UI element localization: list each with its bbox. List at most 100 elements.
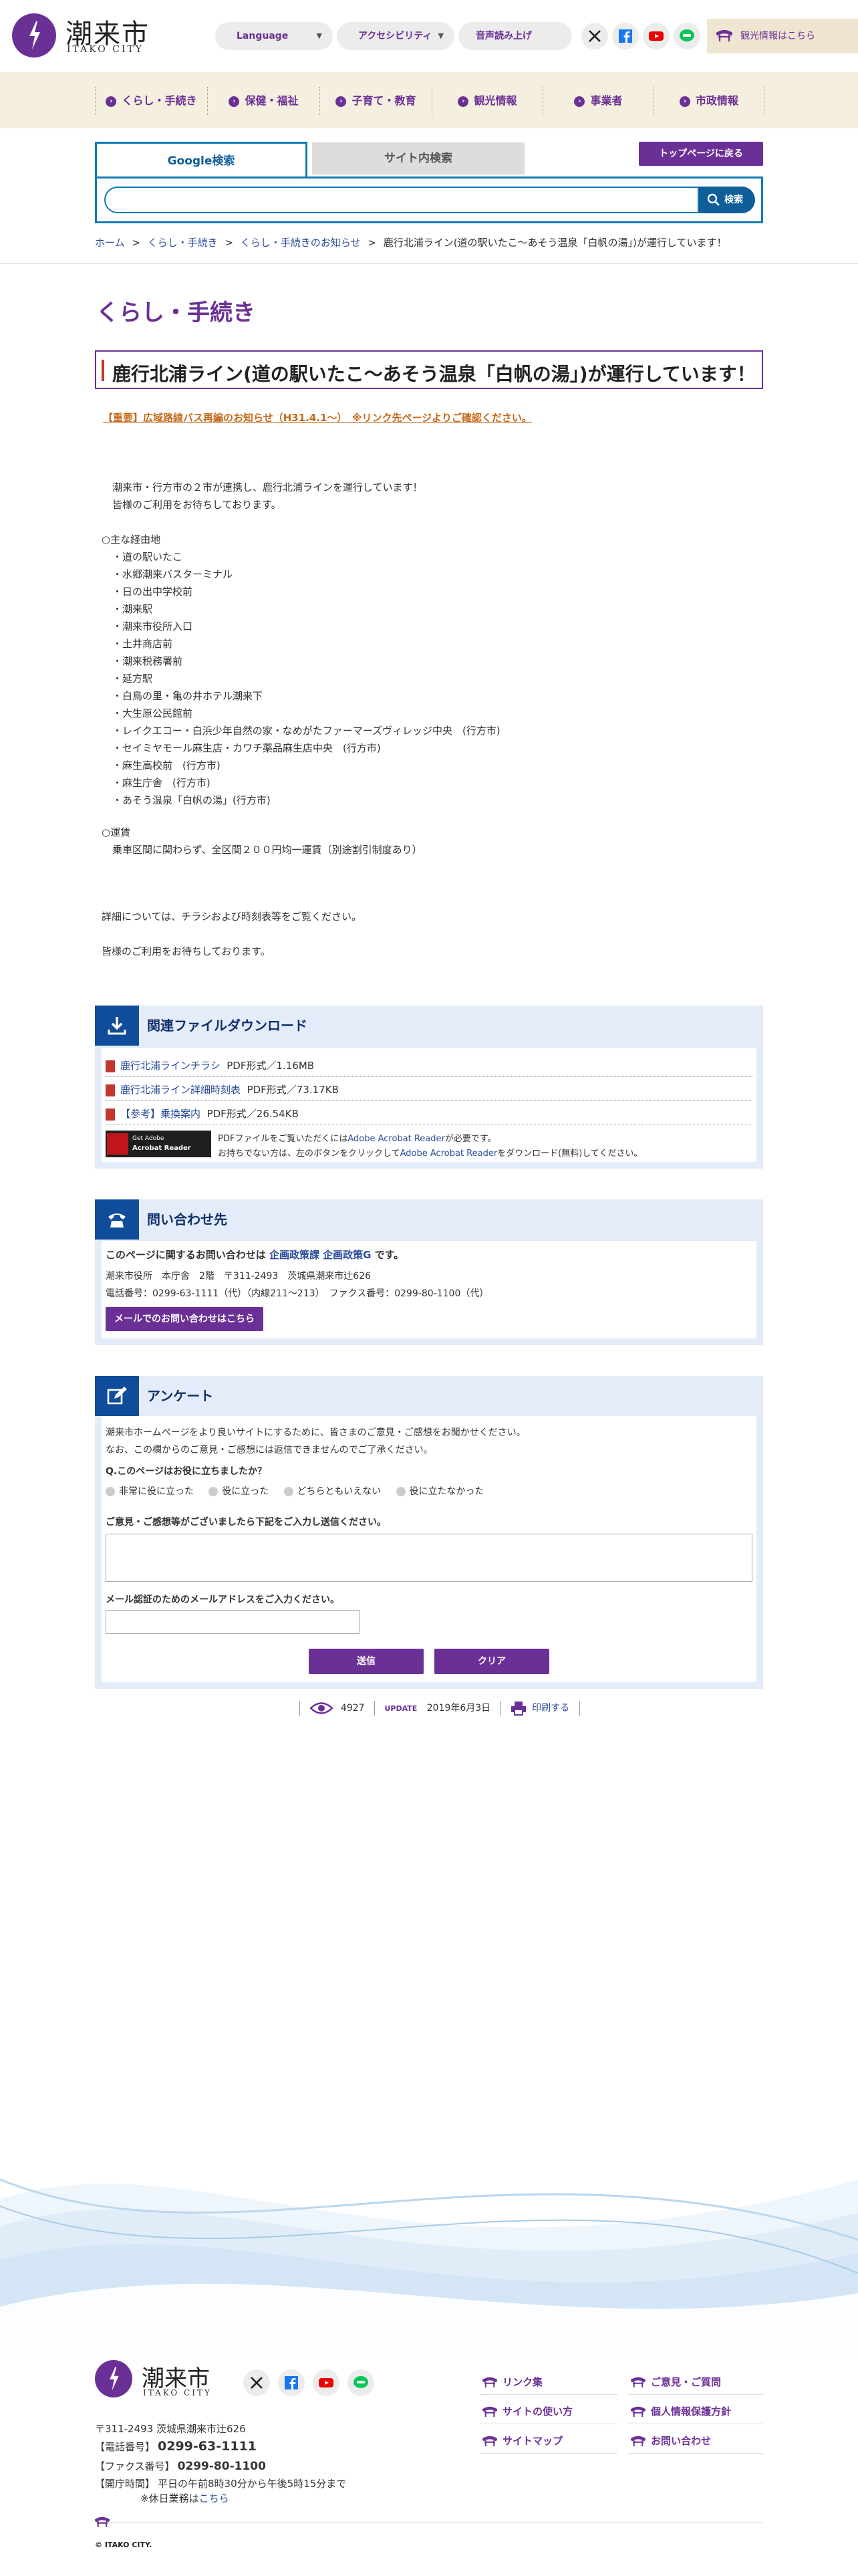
- facebook-icon[interactable]: [278, 2369, 305, 2396]
- nav-item-kurashi[interactable]: › くらし・手続き: [95, 87, 207, 115]
- file-info: PDF形式／73.17KB: [247, 1084, 339, 1096]
- fax-label: 【ファクス番号】: [95, 2460, 175, 2472]
- divider: [95, 2522, 763, 2523]
- file-link[interactable]: 鹿行北浦ラインチラシ: [120, 1060, 221, 1072]
- acrobat-badge-line2: Acrobat Reader: [132, 1145, 191, 1152]
- nav-item-hoken[interactable]: › 保健・福祉: [207, 87, 319, 115]
- footer-link-sitemap[interactable]: サイトマップ: [480, 2428, 617, 2454]
- line-icon[interactable]: [347, 2369, 374, 2396]
- nav-label: 市政情報: [695, 94, 738, 107]
- nav-item-kosodate[interactable]: › 子育て・教育: [319, 87, 432, 115]
- shrine-icon: [482, 2406, 497, 2417]
- holiday-link[interactable]: こちら: [199, 2492, 229, 2504]
- mail-contact-button[interactable]: メールでのお問い合わせはこちら: [106, 1307, 263, 1331]
- clear-button[interactable]: クリア: [434, 1649, 549, 1674]
- footer-link-label: 個人情報保護方針: [651, 2406, 732, 2418]
- hours-label: 【開庁時間】: [95, 2478, 156, 2490]
- shrine-icon: [716, 29, 732, 41]
- download-icon: [95, 1006, 139, 1046]
- email-input[interactable]: [106, 1610, 360, 1634]
- radio-icon: [208, 1487, 219, 1496]
- search-input[interactable]: [104, 187, 699, 213]
- tab-site-search[interactable]: サイト内検索: [312, 142, 525, 174]
- footer-link-contact[interactable]: お問い合わせ: [628, 2428, 763, 2454]
- line-icon[interactable]: [674, 23, 700, 49]
- breadcrumb-oshirase[interactable]: くらし・手続きのお知らせ: [241, 237, 361, 249]
- search-icon: [707, 193, 720, 206]
- divider: [579, 1701, 580, 1716]
- language-select[interactable]: Language ▼: [215, 22, 333, 50]
- route-item: ・潮来市役所入口: [112, 620, 193, 632]
- chevron-down-icon: ▼: [438, 31, 444, 40]
- nav-item-jigyosha[interactable]: › 事業者: [543, 87, 654, 115]
- acrobat-link[interactable]: Adobe Acrobat Reader: [347, 1134, 445, 1144]
- file-link[interactable]: 【参考】乗換案内: [120, 1108, 200, 1120]
- youtube-icon[interactable]: [313, 2369, 339, 2396]
- acrobat-note-text: PDFファイルをご覧いただくには: [218, 1134, 348, 1144]
- file-link[interactable]: 鹿行北浦ライン詳細時刻表: [120, 1084, 241, 1096]
- tel-label: 【電話番号】: [95, 2441, 156, 2453]
- footer-link-links[interactable]: リンク集: [480, 2369, 617, 2395]
- intro-line: 潮来市・行方市の２市が連携し、鹿行北浦ラインを運行しています！: [112, 481, 423, 493]
- comment-textarea[interactable]: [106, 1534, 752, 1582]
- comment-label: ご意見・ご感想等がございましたら下記をご入力し送信ください。: [106, 1517, 386, 1528]
- shrine-icon: [631, 2436, 646, 2446]
- youtube-icon[interactable]: [643, 23, 670, 49]
- footer-fax: 【ファクス番号】 0299-80-1100: [95, 2459, 266, 2473]
- footer-tel: 【電話番号】 0299-63-1111: [95, 2439, 257, 2454]
- radio-not-useful[interactable]: 役に立たなかった: [396, 1486, 484, 1497]
- email-label: メール認証のためのメールアドレスをご入力ください。: [106, 1595, 339, 1605]
- get-acrobat-reader-button[interactable]: Get Adobe Acrobat Reader: [106, 1131, 211, 1157]
- contact-title: 問い合わせ先: [147, 1211, 227, 1227]
- tab-google-search[interactable]: Google検索: [95, 142, 307, 179]
- print-link[interactable]: 印刷する: [511, 1702, 569, 1716]
- footer-logo-icon[interactable]: [95, 2360, 132, 2397]
- page-title: 鹿行北浦ライン(道の駅いたこ～あそう温泉「白帆の湯」)が運行しています！: [112, 363, 756, 385]
- city-logo-icon[interactable]: [12, 13, 56, 57]
- contact-lead-text: このページに関するお問い合わせは: [106, 1249, 269, 1261]
- footer-link-feedback[interactable]: ご意見・ご質問: [628, 2369, 763, 2395]
- nav-item-shisei[interactable]: › 市政情報: [654, 87, 764, 115]
- footer-link-howto[interactable]: サイトの使い方: [480, 2399, 617, 2424]
- contact-dept-link[interactable]: 企画政策課 企画政策G: [269, 1249, 372, 1261]
- route-item: ・大生原公民館前: [112, 707, 193, 719]
- arrow-right-icon: ›: [679, 96, 690, 107]
- important-notice-link[interactable]: 【重要】広域路線バス再編のお知らせ（H31.4.1～） ※リンク先ページよりご確…: [103, 411, 532, 425]
- top-page-button[interactable]: トップページに戻る: [639, 142, 763, 166]
- kanko-label: 観光情報はこちら: [740, 31, 815, 41]
- footer-link-label: お問い合わせ: [651, 2435, 712, 2447]
- route-heading: ○主な経由地: [102, 534, 161, 546]
- voice-readout-button[interactable]: 音声読み上げ: [458, 22, 572, 50]
- breadcrumb-home[interactable]: ホーム: [95, 237, 125, 249]
- survey-intro: なお、この欄からのご意見・ご感想には返信できませんのでご了承ください。: [106, 1445, 433, 1455]
- arrow-right-icon: ›: [458, 96, 469, 107]
- radio-useful[interactable]: 役に立った: [208, 1486, 269, 1497]
- breadcrumb-kurashi[interactable]: くらし・手続き: [148, 237, 218, 249]
- nav-item-kanko[interactable]: › 観光情報: [432, 87, 543, 115]
- radio-neutral[interactable]: どちらともいえない: [283, 1486, 381, 1497]
- acrobat-link[interactable]: Adobe Acrobat Reader: [400, 1149, 498, 1159]
- option-label: 役に立たなかった: [409, 1486, 484, 1497]
- shrine-icon: [631, 2406, 646, 2417]
- breadcrumb: ホーム > くらし・手続き > くらし・手続きのお知らせ > 鹿行北浦ライン(道…: [95, 235, 726, 249]
- x-twitter-icon[interactable]: [243, 2369, 270, 2396]
- footer-logo-en: ITAKO CITY: [143, 2388, 212, 2397]
- footer-holiday: ※休日業務はこちら: [140, 2491, 229, 2505]
- acrobat-note-text: お持ちでない方は、左のボタンをクリックして: [218, 1149, 400, 1159]
- kanko-info-button[interactable]: 観光情報はこちら: [707, 19, 858, 53]
- fare-heading: ○運賃: [102, 826, 131, 838]
- footer-link-privacy[interactable]: 個人情報保護方針: [628, 2399, 763, 2424]
- x-twitter-icon[interactable]: [581, 23, 608, 49]
- search-button[interactable]: 検索: [699, 187, 755, 213]
- acrobat-note-text: が必要です。: [444, 1134, 496, 1144]
- nav-label: 保健・福祉: [245, 94, 299, 107]
- file-item: 鹿行北浦ライン詳細時刻表 PDF形式／73.17KB: [106, 1082, 339, 1096]
- submit-button[interactable]: 送信: [309, 1649, 424, 1674]
- contact-tel: 電話番号：0299-63-1111（代）（内線211～213） ファクス番号：0…: [106, 1288, 489, 1299]
- route-item: ・潮来駅: [112, 603, 153, 615]
- accessibility-menu[interactable]: アクセシビリティ ▼: [337, 22, 454, 50]
- footer-link-label: ご意見・ご質問: [651, 2376, 722, 2388]
- view-count: 4927: [340, 1703, 365, 1714]
- facebook-icon[interactable]: [612, 23, 639, 49]
- radio-very-useful[interactable]: 非常に役に立った: [106, 1486, 194, 1497]
